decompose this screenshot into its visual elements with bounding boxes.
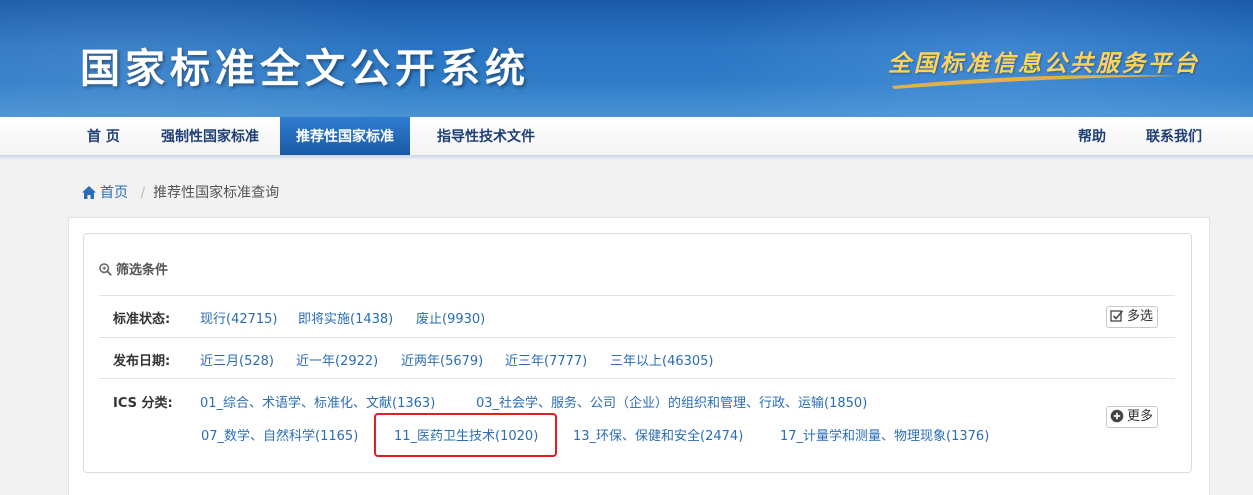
filter-header: 筛选条件 bbox=[99, 259, 168, 278]
more-button[interactable]: 更多 bbox=[1106, 406, 1159, 428]
multi-select-label: 多选 bbox=[1127, 309, 1154, 324]
home-icon bbox=[82, 186, 96, 199]
nav-recommended-standards[interactable]: 推荐性国家标准 bbox=[280, 117, 410, 155]
platform-swoosh bbox=[892, 75, 1178, 89]
nav-shadow bbox=[0, 155, 1253, 160]
nav-guidance-documents[interactable]: 指导性技术文件 bbox=[437, 117, 535, 155]
divider bbox=[99, 295, 1175, 296]
more-label: 更多 bbox=[1127, 409, 1154, 424]
search-zoom-icon bbox=[99, 263, 112, 276]
plus-circle-icon bbox=[1110, 409, 1124, 423]
checkbox-edit-icon bbox=[1110, 310, 1124, 322]
ics-option-07[interactable]: 07_数学、自然科学(1165) bbox=[201, 425, 358, 444]
ics-label: ICS 分类: bbox=[113, 396, 173, 411]
site-title: 国家标准全文公开系统 bbox=[80, 46, 530, 92]
divider bbox=[99, 378, 1175, 379]
date-option-1year[interactable]: 近一年(2922) bbox=[296, 350, 378, 369]
status-option-abolished[interactable]: 废止(9930) bbox=[416, 308, 485, 327]
breadcrumb-home[interactable]: 首页 bbox=[82, 185, 132, 201]
filter-title: 筛选条件 bbox=[116, 263, 169, 278]
date-option-3months[interactable]: 近三月(528) bbox=[200, 350, 274, 369]
nav-help[interactable]: 帮助 bbox=[1078, 117, 1106, 155]
nav-home[interactable]: 首 页 bbox=[87, 117, 120, 155]
multi-select-button[interactable]: 多选 bbox=[1106, 306, 1159, 328]
status-option-upcoming[interactable]: 即将实施(1438) bbox=[298, 308, 393, 327]
header-banner: 国家标准全文公开系统 全国标准信息公共服务平台 bbox=[0, 0, 1253, 117]
divider bbox=[99, 337, 1175, 338]
ics-option-13[interactable]: 13_环保、保健和安全(2474) bbox=[573, 425, 743, 444]
ics-option-03[interactable]: 03_社会学、服务、公司（企业）的组织和管理、行政、运输(1850) bbox=[476, 392, 867, 411]
status-label: 标准状态: bbox=[113, 312, 171, 327]
main-nav: 首 页 强制性国家标准 推荐性国家标准 指导性技术文件 帮助 联系我们 bbox=[0, 117, 1253, 158]
breadcrumb-current: 推荐性国家标准查询 bbox=[153, 185, 280, 201]
nav-mandatory-standards[interactable]: 强制性国家标准 bbox=[161, 117, 259, 155]
ics-option-01[interactable]: 01_综合、术语学、标准化、文献(1363) bbox=[200, 392, 435, 411]
date-label: 发布日期: bbox=[113, 354, 171, 369]
selection-highlight bbox=[374, 413, 557, 457]
date-option-3years[interactable]: 近三年(7777) bbox=[505, 350, 587, 369]
breadcrumb: 首页 / 推荐性国家标准查询 bbox=[82, 182, 279, 202]
ics-option-17[interactable]: 17_计量学和测量、物理现象(1376) bbox=[780, 425, 989, 444]
status-option-current[interactable]: 现行(42715) bbox=[200, 308, 278, 327]
date-option-over-3years[interactable]: 三年以上(46305) bbox=[610, 350, 714, 369]
date-option-2years[interactable]: 近两年(5679) bbox=[401, 350, 483, 369]
nav-contact-us[interactable]: 联系我们 bbox=[1146, 117, 1202, 155]
breadcrumb-home-label: 首页 bbox=[100, 185, 128, 201]
breadcrumb-separator: / bbox=[140, 185, 146, 201]
